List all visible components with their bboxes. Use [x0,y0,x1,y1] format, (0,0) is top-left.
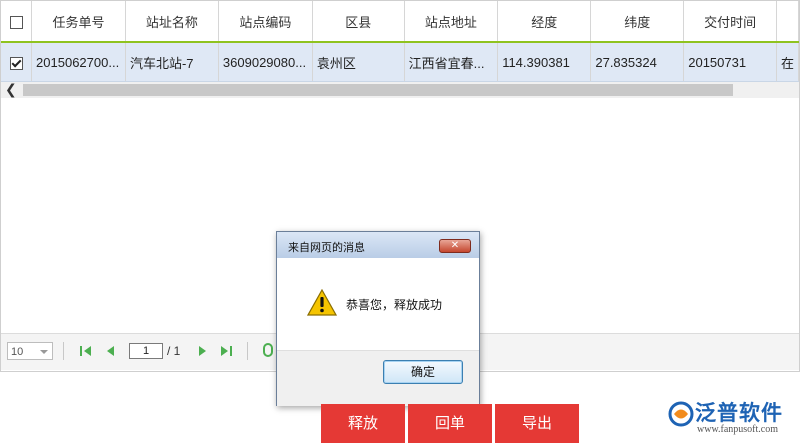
column-header-site-code[interactable]: 站点编码 [218,1,313,43]
last-page-icon[interactable] [219,344,233,358]
column-header-task-no[interactable]: 任务单号 [31,1,126,43]
cell-overflow: 在 [776,42,800,82]
dialog-message: 恭喜您，释放成功 [346,298,443,312]
brand-name: 泛普软件 [695,402,783,425]
alert-dialog: 来自网页的消息 ✕ 恭喜您，释放成功 确定 [276,231,480,406]
cell-longitude: 114.390381 [497,42,592,82]
cell-task-no: 2015062700... [31,42,126,82]
pager-divider [247,342,248,360]
cell-delivery-time: 20150731 [683,42,777,82]
cell-site-code: 3609029080... [218,42,313,82]
cell-site-address: 江西省宜春... [404,42,499,82]
column-header-delivery-time[interactable]: 交付时间 [683,1,777,43]
warning-icon [307,289,337,316]
dialog-title: 来自网页的消息 [288,242,365,254]
column-header-longitude[interactable]: 经度 [497,1,592,43]
cell-latitude: 27.835324 [590,42,685,82]
release-button[interactable]: 释放 [321,404,405,443]
pager-divider [63,342,64,360]
cell-site-name: 汽车北站-7 [125,42,219,82]
column-header-district[interactable]: 区县 [312,1,405,43]
page-size-select[interactable]: 10 [7,342,53,360]
page-total: / 1 [167,344,181,358]
close-icon[interactable]: ✕ [439,239,471,253]
column-header-site-address[interactable]: 站点地址 [404,1,499,43]
prev-page-icon[interactable] [104,344,118,358]
select-all-checkbox[interactable] [9,15,23,29]
ok-button[interactable]: 确定 [383,360,463,384]
row-select-cell[interactable] [1,42,33,82]
dialog-footer: 确定 [277,350,479,406]
page-number-input[interactable]: 1 [129,343,163,359]
dialog-titlebar[interactable]: 来自网页的消息 ✕ [277,232,479,258]
grid-header-row: 任务单号 站址名称 站点编码 区县 站点地址 经度 纬度 交付时间 [1,1,800,43]
export-button[interactable]: 导出 [495,404,579,443]
table-row[interactable]: 2015062700... 汽车北站-7 3609029080... 袁州区 江… [1,42,800,82]
column-header-latitude[interactable]: 纬度 [590,1,685,43]
next-page-icon[interactable] [195,344,209,358]
horizontal-scrollbar[interactable]: ❮ [1,81,799,98]
scroll-left-icon[interactable]: ❮ [5,81,17,98]
dialog-body: 恭喜您，释放成功 [277,258,479,350]
column-header-more[interactable] [776,1,800,43]
first-page-icon[interactable] [79,344,93,358]
brand-logo: 泛普软件 www.fanpusoft.com [665,397,797,443]
grid-table: 任务单号 站址名称 站点编码 区县 站点地址 经度 纬度 交付时间 201506… [1,1,800,82]
brand-url: www.fanpusoft.com [697,424,779,435]
refresh-icon[interactable] [263,343,273,357]
brand-logo-icon [668,401,694,427]
row-checkbox[interactable] [9,56,23,70]
reply-button[interactable]: 回单 [408,404,492,443]
select-all-cell[interactable] [1,1,33,43]
scrollbar-thumb[interactable] [23,84,733,96]
column-header-site-name[interactable]: 站址名称 [125,1,219,43]
cell-district: 袁州区 [312,42,405,82]
